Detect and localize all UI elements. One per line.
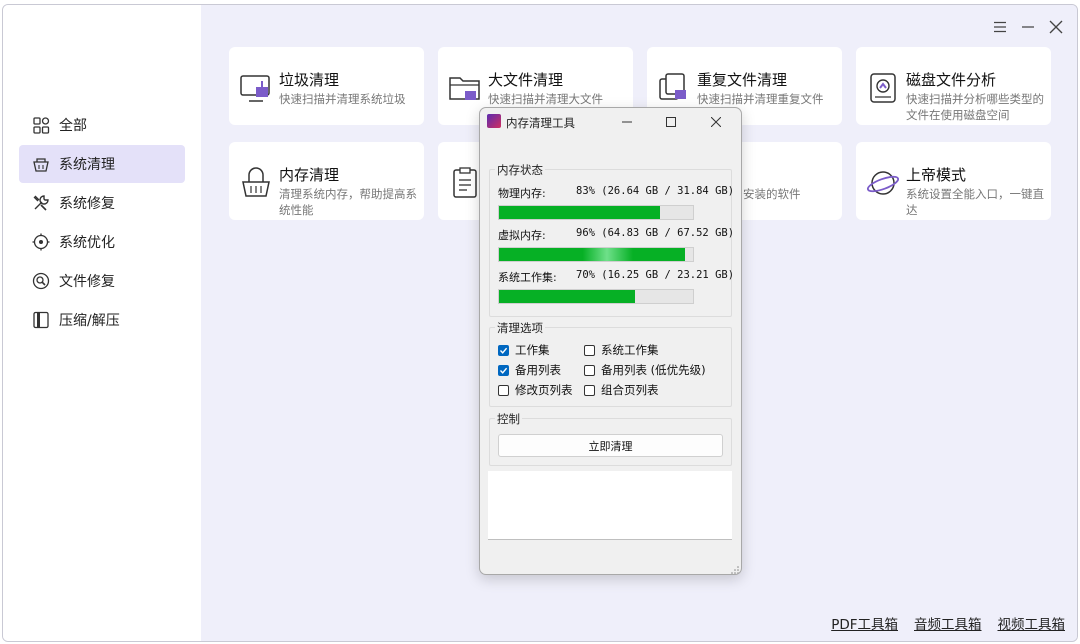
card-title: 垃圾清理 <box>279 71 340 89</box>
option-standby-list[interactable]: 备用列表 <box>498 362 561 378</box>
maximize-icon[interactable] <box>663 114 679 130</box>
card-title: 磁盘文件分析 <box>906 71 997 89</box>
system-workingset-bar <box>498 289 694 304</box>
card-title: 上帝模式 <box>906 166 967 184</box>
checkbox[interactable] <box>498 384 509 396</box>
link-audio-toolbox[interactable]: 音频工具箱 <box>914 613 982 633</box>
physical-memory-row: 物理内存: 83% (26.64 GB / 31.84 GB) <box>498 185 734 201</box>
card-title: 重复文件清理 <box>697 71 788 89</box>
group-label: 清理选项 <box>495 320 545 336</box>
archive-icon <box>32 311 50 329</box>
dialog-titlebar[interactable]: 内存清理工具 <box>480 108 741 136</box>
checkbox[interactable] <box>584 344 595 356</box>
card-desc: 清理系统内存，帮助提高系统性能 <box>279 187 417 217</box>
link-pdf-toolbox[interactable]: PDF工具箱 <box>831 613 898 633</box>
sidebar-item-label: 系统清理 <box>59 157 115 173</box>
folder-clean-icon <box>448 71 482 105</box>
memory-status-group: 内存状态 物理内存: 83% (26.64 GB / 31.84 GB) 虚拟内… <box>489 162 734 317</box>
sidebar-item-label: 系统优化 <box>59 235 115 251</box>
sidebar-item-label: 压缩/解压 <box>59 313 120 329</box>
log-output <box>488 471 732 540</box>
app-icon <box>487 114 501 128</box>
card-god-mode[interactable]: 上帝模式 系统设置全能入口，一键直达 <box>856 142 1051 220</box>
close-icon[interactable] <box>1046 17 1066 37</box>
sidebar-item-system-optimize[interactable]: 系统优化 <box>19 223 185 261</box>
system-workingset-label: 系统工作集: <box>498 271 557 284</box>
card-desc: 快速扫描并清理重复文件 <box>697 92 824 106</box>
target-icon <box>32 233 50 251</box>
option-label: 工作集 <box>515 343 550 357</box>
sidebar-item-label: 系统修复 <box>59 196 115 212</box>
card-desc: 快速扫描并分析哪些类型的文件在使用磁盘空间 <box>906 92 1044 122</box>
dialog-title: 内存清理工具 <box>506 116 575 130</box>
option-combined-page-list[interactable]: 组合页列表 <box>584 382 659 398</box>
sidebar-item-system-clean[interactable]: 系统清理 <box>19 145 185 183</box>
checkbox[interactable] <box>584 384 595 396</box>
file-repair-icon <box>32 272 50 290</box>
card-title: 大文件清理 <box>488 71 564 89</box>
option-working-set[interactable]: 工作集 <box>498 342 550 358</box>
sidebar: 全部 系统清理 系统修复 系统优化 文件修复 压缩/解压 <box>3 5 201 641</box>
virtual-memory-bar <box>498 247 694 262</box>
option-label: 修改页列表 <box>515 383 573 397</box>
bar-fill <box>499 248 686 261</box>
planet-icon <box>866 166 900 200</box>
card-disk-analysis[interactable]: 磁盘文件分析 快速扫描并分析哪些类型的文件在使用磁盘空间 <box>856 47 1051 125</box>
sidebar-item-archive[interactable]: 压缩/解压 <box>19 301 185 339</box>
option-label: 备用列表 <box>515 363 561 377</box>
close-icon[interactable] <box>708 114 724 130</box>
minimize-icon[interactable] <box>619 114 635 130</box>
system-workingset-row: 系统工作集: 70% (16.25 GB / 23.21 GB) <box>498 269 734 285</box>
card-junk-clean[interactable]: 垃圾清理 快速扫描并清理系统垃圾 <box>229 47 424 125</box>
card-desc: 快速扫描并清理系统垃圾 <box>279 92 406 106</box>
option-label: 组合页列表 <box>601 383 659 397</box>
sidebar-item-all[interactable]: 全部 <box>19 106 185 144</box>
menu-icon[interactable] <box>990 17 1010 37</box>
clipboard-list-icon <box>448 166 482 200</box>
option-modified-page-list[interactable]: 修改页列表 <box>498 382 573 398</box>
system-workingset-value: 70% (16.25 GB / 23.21 GB) <box>576 269 735 281</box>
memory-clean-icon <box>239 166 273 200</box>
disk-analysis-icon <box>866 71 900 105</box>
checkbox[interactable] <box>584 364 595 376</box>
card-desc: 快速扫描并清理大文件 <box>488 92 603 106</box>
checkbox[interactable] <box>498 364 509 376</box>
minimize-icon[interactable] <box>1018 17 1038 37</box>
sidebar-item-system-repair[interactable]: 系统修复 <box>19 184 185 222</box>
monitor-clean-icon <box>239 71 273 105</box>
group-label: 内存状态 <box>495 162 545 178</box>
card-title: 内存清理 <box>279 166 340 184</box>
physical-memory-bar <box>498 205 694 220</box>
group-label: 控制 <box>495 411 522 427</box>
option-label: 系统工作集 <box>601 343 659 357</box>
footer-links: PDF工具箱 音频工具箱 视频工具箱 <box>831 613 1065 633</box>
duplicate-files-icon <box>657 71 691 105</box>
sidebar-item-file-repair[interactable]: 文件修复 <box>19 262 185 300</box>
resize-grip-icon[interactable] <box>731 564 739 574</box>
virtual-memory-label: 虚拟内存: <box>498 229 546 242</box>
virtual-memory-row: 虚拟内存: 96% (64.83 GB / 67.52 GB) <box>498 227 734 243</box>
option-standby-list-low[interactable]: 备用列表 (低优先级) <box>584 362 706 378</box>
virtual-memory-value: 96% (64.83 GB / 67.52 GB) <box>576 227 735 239</box>
sidebar-item-label: 文件修复 <box>59 274 115 290</box>
grid-icon <box>32 116 50 134</box>
control-group: 控制 立即清理 <box>489 411 732 466</box>
physical-memory-label: 物理内存: <box>498 187 546 200</box>
option-label: 备用列表 (低优先级) <box>601 363 706 377</box>
checkbox[interactable] <box>498 344 509 356</box>
broom-icon <box>32 155 50 173</box>
clean-now-button[interactable]: 立即清理 <box>498 434 723 457</box>
card-desc: 系统设置全能入口，一键直达 <box>906 187 1044 217</box>
wrench-icon <box>32 194 50 212</box>
bar-fill <box>499 206 661 219</box>
option-system-working-set[interactable]: 系统工作集 <box>584 342 659 358</box>
bar-fill <box>499 290 635 303</box>
memory-clean-dialog: 内存清理工具 内存状态 物理内存: 83% (26.64 GB / 31.84 … <box>479 107 742 575</box>
sidebar-item-label: 全部 <box>59 118 87 134</box>
clean-options-group: 清理选项 工作集 系统工作集 备用列表 备用列表 (低优先级) 修改页列表 组合… <box>489 320 732 407</box>
physical-memory-value: 83% (26.64 GB / 31.84 GB) <box>576 185 735 197</box>
link-video-toolbox[interactable]: 视频工具箱 <box>998 613 1066 633</box>
card-memory-clean[interactable]: 内存清理 清理系统内存，帮助提高系统性能 <box>229 142 424 220</box>
